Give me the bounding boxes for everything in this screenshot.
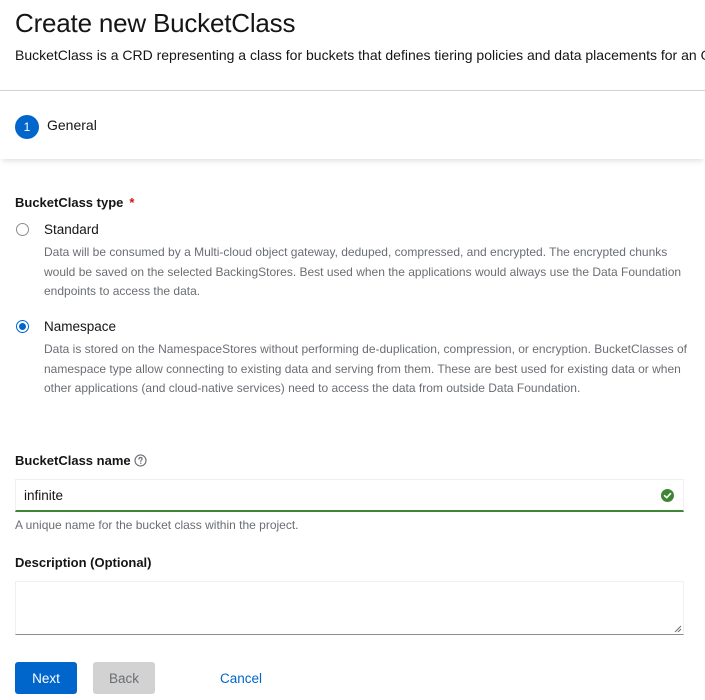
bucketclass-type-label: BucketClass type * <box>15 195 134 210</box>
radio-standard-label[interactable]: Standard <box>44 222 99 237</box>
radio-standard[interactable] <box>16 223 29 236</box>
radio-namespace[interactable] <box>16 320 29 333</box>
back-button[interactable]: Back <box>93 662 155 694</box>
description-label: Description (Optional) <box>15 555 152 570</box>
wizard-step-number[interactable]: 1 <box>15 115 39 139</box>
question-circle-icon[interactable] <box>134 454 147 467</box>
radio-standard-description: Data will be consumed by a Multi-cloud o… <box>44 245 682 298</box>
cancel-button[interactable]: Cancel <box>205 662 277 694</box>
bucketclass-name-label: BucketClass name <box>15 453 131 468</box>
description-textarea[interactable] <box>16 582 683 634</box>
bucketclass-type-label-text: BucketClass type <box>15 195 124 210</box>
next-button[interactable]: Next <box>15 662 77 694</box>
radio-namespace-description: Data is stored on the NamespaceStores wi… <box>44 342 687 395</box>
wizard-nav <box>0 91 705 159</box>
bucketclass-name-helper: A unique name for the bucket class withi… <box>15 518 299 532</box>
bucketclass-name-input[interactable] <box>24 480 644 511</box>
resize-handle-icon[interactable] <box>674 625 682 633</box>
check-circle-icon <box>661 489 674 502</box>
page-description: BucketClass is a CRD representing a clas… <box>15 47 705 63</box>
page-title: Create new BucketClass <box>15 8 296 38</box>
bucketclass-name-field[interactable] <box>15 479 684 512</box>
description-field[interactable] <box>15 581 684 635</box>
radio-namespace-label[interactable]: Namespace <box>44 319 116 334</box>
required-indicator: * <box>129 195 135 210</box>
page-header: Create new BucketClass BucketClass is a … <box>0 0 705 91</box>
wizard-step-general[interactable]: General <box>47 117 97 133</box>
